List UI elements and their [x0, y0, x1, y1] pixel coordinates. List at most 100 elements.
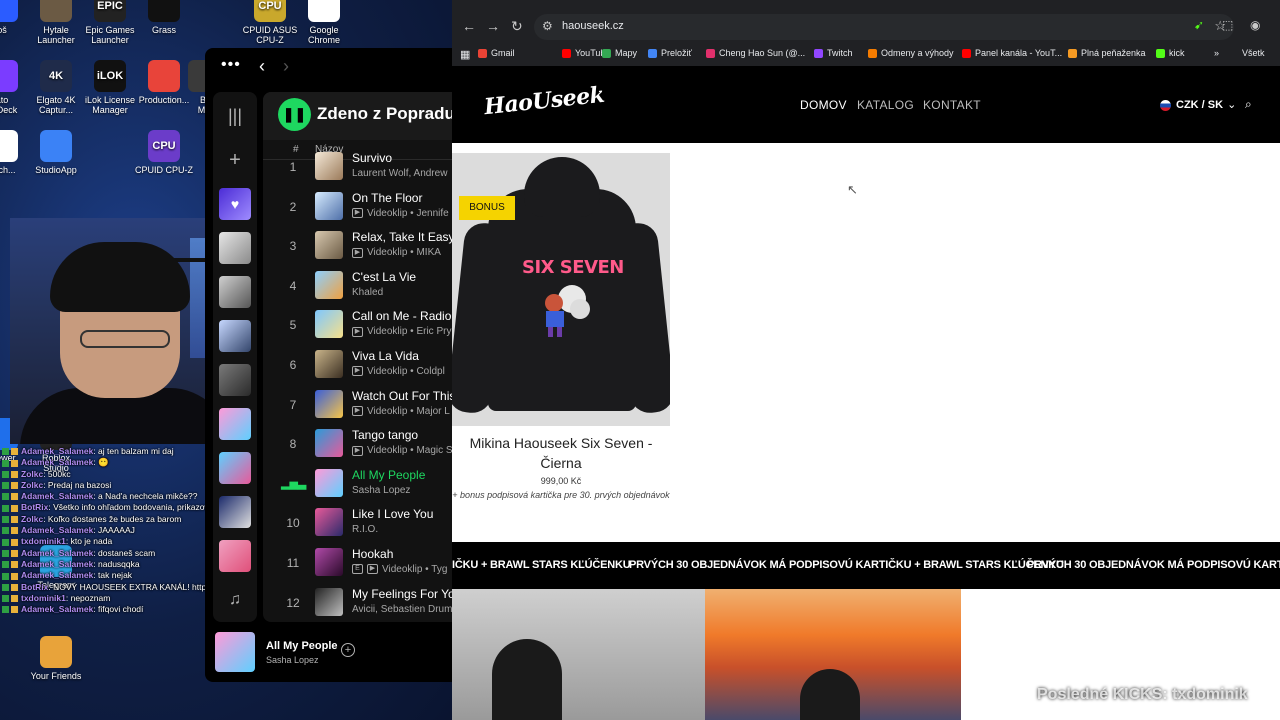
- track-artist[interactable]: Avicii, Sebastien Drum: [352, 604, 452, 615]
- chat-username[interactable]: txdominik1: [21, 593, 66, 603]
- chat-username[interactable]: Adamek_Salamek: [21, 548, 93, 558]
- library-playlist-2[interactable]: [219, 276, 251, 308]
- forward-arrow-icon[interactable]: ›: [283, 56, 289, 77]
- music-note-icon[interactable]: ♫: [219, 584, 251, 616]
- bookmark-item[interactable]: kick: [1156, 48, 1185, 59]
- site-info-icon[interactable]: ⚙: [542, 19, 553, 33]
- library-playlist-6[interactable]: [219, 452, 251, 484]
- back-icon[interactable]: ←: [462, 18, 476, 34]
- bookmark-item[interactable]: Cheng Hao Sun (@...: [706, 48, 805, 59]
- desktop-icon[interactable]: Grass: [132, 0, 196, 35]
- track-title[interactable]: Relax, Take It Easy: [352, 230, 452, 244]
- desktop-icon[interactable]: CPU CPUID CPU-Z: [132, 130, 196, 175]
- bookmark-item[interactable]: »: [1214, 48, 1219, 58]
- library-icon[interactable]: |||: [219, 100, 251, 132]
- library-playlist-4[interactable]: [219, 364, 251, 396]
- library-playlist-3[interactable]: [219, 320, 251, 352]
- library-playlist-1[interactable]: [219, 232, 251, 264]
- bookmark-item[interactable]: Twitch: [814, 48, 853, 59]
- track-row[interactable]: 6 Viva La Vida ▶ Videoklip • Coldpl: [263, 346, 452, 386]
- track-artist[interactable]: Khaled: [352, 287, 383, 298]
- chat-username[interactable]: Zolkc: [21, 469, 43, 479]
- track-row[interactable]: 10 Like I Love You R.I.O.: [263, 504, 452, 544]
- bookmark-item[interactable]: Plná peňaženka: [1068, 48, 1146, 59]
- add-icon[interactable]: +: [219, 144, 251, 176]
- track-title[interactable]: My Feelings For You: [352, 587, 452, 601]
- nav-kontakt[interactable]: KONTAKT: [923, 98, 981, 112]
- now-playing-cover[interactable]: [215, 632, 255, 672]
- chat-username[interactable]: Zolkc: [21, 480, 43, 490]
- track-row[interactable]: 12 My Feelings For You Avicii, Sebastien D…: [263, 584, 452, 622]
- track-row[interactable]: 4 C'est La Vie Khaled: [263, 267, 452, 307]
- chat-username[interactable]: Adamek_Salamek: [21, 604, 93, 614]
- track-artist[interactable]: ▶ Videoklip • Eric Pry: [352, 326, 451, 337]
- extensions-puzzle-icon[interactable]: ⬚: [1222, 18, 1233, 32]
- now-playing-title[interactable]: All My People: [266, 640, 338, 652]
- bookmark-item[interactable]: Mapy: [602, 48, 637, 59]
- track-title[interactable]: Viva La Vida: [352, 349, 419, 363]
- track-title[interactable]: All My People: [352, 468, 425, 482]
- address-bar[interactable]: ⚙ haouseek.cz ☆: [534, 14, 1234, 40]
- chat-username[interactable]: BotRix: [21, 582, 48, 592]
- track-artist[interactable]: ▶ Videoklip • MIKA: [352, 247, 441, 258]
- chat-username[interactable]: txdominik1: [21, 536, 66, 546]
- now-playing-artist[interactable]: Sasha Lopez: [266, 655, 319, 665]
- back-arrow-icon[interactable]: ‹: [259, 56, 265, 77]
- extension-icon[interactable]: ➹: [1194, 18, 1204, 32]
- track-artist[interactable]: E ▶ Videoklip • Tyg: [352, 564, 447, 575]
- track-title[interactable]: C'est La Vie: [352, 270, 416, 284]
- library-playlist-5[interactable]: [219, 408, 251, 440]
- track-title[interactable]: Hookah: [352, 547, 393, 561]
- library-playlist-8[interactable]: [219, 540, 251, 572]
- bookmark-item[interactable]: Odmeny a výhody: [868, 48, 954, 59]
- track-title[interactable]: Like I Love You: [352, 507, 433, 521]
- track-row[interactable]: ▂▅▃ All My People Sasha Lopez: [263, 465, 452, 505]
- currency-selector[interactable]: CZK / SK ⌄: [1160, 98, 1236, 111]
- bookmark-item[interactable]: Gmail: [478, 48, 515, 59]
- product-title[interactable]: Mikina Haouseek Six Seven - Čierna: [452, 433, 670, 473]
- chat-username[interactable]: Adamek_Salamek: [21, 457, 93, 467]
- liked-songs-icon[interactable]: ♥: [219, 188, 251, 220]
- site-logo[interactable]: HaoUseek: [483, 82, 606, 120]
- forward-icon[interactable]: →: [486, 18, 500, 34]
- gallery-photo-2[interactable]: [705, 589, 961, 720]
- profile-icon[interactable]: ◉: [1250, 18, 1260, 32]
- more-options-icon[interactable]: •••: [221, 56, 241, 74]
- add-to-library-icon[interactable]: +: [341, 643, 355, 657]
- track-artist[interactable]: ▶ Videoklip • Coldpl: [352, 366, 445, 377]
- desktop-icon[interactable]: StudioApp: [24, 130, 88, 175]
- bookmark-item[interactable]: Preložiť: [648, 48, 692, 59]
- track-row[interactable]: 2 On The Floor ▶ Videoklip • Jennife: [263, 188, 452, 228]
- track-artist[interactable]: Sasha Lopez: [352, 485, 410, 496]
- search-icon[interactable]: ⌕: [1245, 97, 1252, 112]
- track-title[interactable]: On The Floor: [352, 191, 422, 205]
- chat-username[interactable]: Adamek_Salamek: [21, 570, 93, 580]
- track-row[interactable]: 8 Tango tango ▶ Videoklip • Magic S: [263, 425, 452, 465]
- track-title[interactable]: Call on Me - Radio M: [352, 309, 452, 323]
- track-artist[interactable]: R.I.O.: [352, 524, 378, 535]
- track-row[interactable]: 5 Call on Me - Radio M ▶ Videoklip • Eric P…: [263, 306, 452, 346]
- track-artist[interactable]: Laurent Wolf, Andrew: [352, 168, 447, 179]
- apps-icon[interactable]: ▦: [460, 48, 470, 61]
- desktop-icon[interactable]: Google Chrome: [292, 0, 356, 45]
- product-image[interactable]: SIX SEVEN BONUS: [452, 153, 670, 426]
- chat-username[interactable]: BotRix: [21, 502, 48, 512]
- track-row[interactable]: 1 Survivo Laurent Wolf, Andrew: [263, 148, 452, 188]
- track-artist[interactable]: ▶ Videoklip • Magic S: [352, 445, 452, 456]
- track-row[interactable]: 11 Hookah E ▶ Videoklip • Tyg: [263, 544, 452, 584]
- chat-username[interactable]: Adamek_Salamek: [21, 559, 93, 569]
- track-title[interactable]: Tango tango: [352, 428, 418, 442]
- reload-icon[interactable]: ↻: [511, 18, 523, 35]
- pause-button[interactable]: ❚❚: [278, 98, 311, 131]
- track-artist[interactable]: ▶ Videoklip • Jennife: [352, 208, 449, 219]
- url-text[interactable]: haouseek.cz: [562, 20, 624, 32]
- gallery-photo-1[interactable]: [452, 589, 705, 720]
- chat-username[interactable]: Adamek_Salamek: [21, 525, 93, 535]
- library-playlist-7[interactable]: [219, 496, 251, 528]
- track-row[interactable]: 7 Watch Out For This ▶ Videoklip • Major L: [263, 386, 452, 426]
- bookmark-item[interactable]: Všetk: [1242, 48, 1265, 58]
- track-title[interactable]: Watch Out For This: [352, 389, 452, 403]
- nav-domov[interactable]: DOMOV: [800, 98, 847, 112]
- track-title[interactable]: Survivo: [352, 151, 392, 165]
- chat-username[interactable]: Adamek_Salamek: [21, 491, 93, 501]
